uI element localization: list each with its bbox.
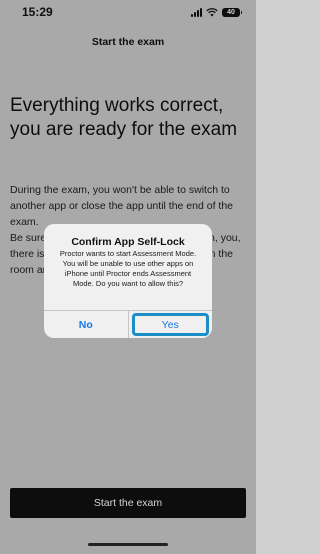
confirm-self-lock-dialog: Confirm App Self-Lock Proctor wants to s… (44, 224, 212, 338)
dialog-message: Proctor wants to start Assessment Mode. … (59, 249, 197, 288)
dialog-actions: No Yes (44, 310, 212, 338)
screen: 15:29 40 Start the exam Everything works… (0, 0, 256, 554)
yes-button[interactable]: Yes (129, 311, 213, 338)
yes-button-label: Yes (161, 318, 179, 331)
no-button[interactable]: No (44, 311, 129, 338)
dialog-title: Confirm App Self-Lock (71, 236, 185, 248)
